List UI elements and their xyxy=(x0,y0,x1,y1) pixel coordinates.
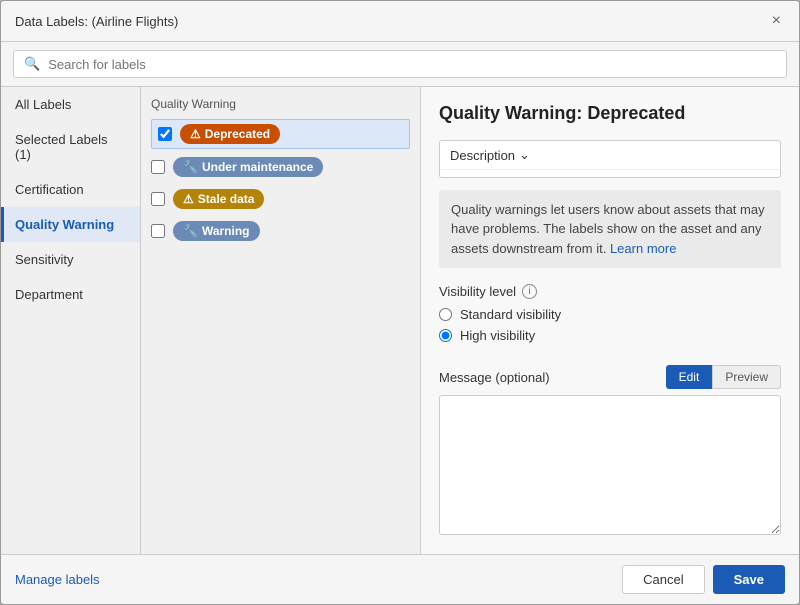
description-label: Description xyxy=(450,148,515,163)
warning-label: Warning xyxy=(202,224,250,238)
maintenance-checkbox[interactable] xyxy=(151,160,165,174)
warning-icon: 🔧 xyxy=(183,224,198,238)
sidebar-item-selected-labels[interactable]: Selected Labels (1) xyxy=(1,122,140,172)
maintenance-label: Under maintenance xyxy=(202,160,313,174)
deprecated-checkbox[interactable] xyxy=(158,127,172,141)
section-label: Quality Warning xyxy=(151,97,410,111)
info-icon[interactable]: i xyxy=(522,284,537,299)
stale-badge[interactable]: ⚠ Stale data xyxy=(173,189,264,209)
list-item: 🔧 Warning xyxy=(151,217,410,245)
tab-edit[interactable]: Edit xyxy=(666,365,713,389)
list-item: 🔧 Under maintenance xyxy=(151,153,410,181)
footer: Manage labels Cancel Save xyxy=(1,554,799,604)
search-bar: 🔍 xyxy=(1,42,799,87)
stale-checkbox[interactable] xyxy=(151,192,165,206)
visibility-section: Visibility level i Standard visibility H… xyxy=(439,284,781,349)
search-icon: 🔍 xyxy=(24,56,40,72)
sidebar-item-sensitivity[interactable]: Sensitivity xyxy=(1,242,140,277)
message-textarea[interactable] xyxy=(439,395,781,535)
visibility-label-text: Visibility level xyxy=(439,284,516,299)
standard-visibility-label: Standard visibility xyxy=(460,307,561,322)
title-bar: Data Labels: (Airline Flights) × xyxy=(1,1,799,42)
dialog: Data Labels: (Airline Flights) × 🔍 All L… xyxy=(0,0,800,605)
learn-more-link[interactable]: Learn more xyxy=(610,241,676,256)
message-tabs: Edit Preview xyxy=(666,365,781,389)
deprecated-icon: ⚠ xyxy=(190,127,201,141)
stale-label: Stale data xyxy=(198,192,255,206)
search-input[interactable] xyxy=(48,57,776,72)
maintenance-icon: 🔧 xyxy=(183,160,198,174)
standard-visibility-option[interactable]: Standard visibility xyxy=(439,307,781,322)
sidebar-item-quality-warning[interactable]: Quality Warning xyxy=(1,207,140,242)
maintenance-badge[interactable]: 🔧 Under maintenance xyxy=(173,157,323,177)
middle-panel: Quality Warning ⚠ Deprecated 🔧 Under mai… xyxy=(141,87,421,554)
visibility-label: Visibility level i xyxy=(439,284,781,299)
footer-buttons: Cancel Save xyxy=(622,565,785,594)
dialog-title: Data Labels: (Airline Flights) xyxy=(15,14,178,29)
sidebar-item-department[interactable]: Department xyxy=(1,277,140,312)
message-label-row: Message (optional) Edit Preview xyxy=(439,365,781,389)
list-item: ⚠ Deprecated xyxy=(151,119,410,149)
deprecated-badge[interactable]: ⚠ Deprecated xyxy=(180,124,280,144)
tab-preview[interactable]: Preview xyxy=(712,365,781,389)
sidebar-item-certification[interactable]: Certification xyxy=(1,172,140,207)
description-header[interactable]: Description ⌄ xyxy=(440,141,780,170)
high-visibility-label: High visibility xyxy=(460,328,535,343)
cancel-button[interactable]: Cancel xyxy=(622,565,704,594)
manage-labels-link[interactable]: Manage labels xyxy=(15,572,100,587)
warning-badge[interactable]: 🔧 Warning xyxy=(173,221,260,241)
high-visibility-option[interactable]: High visibility xyxy=(439,328,781,343)
sidebar: All Labels Selected Labels (1) Certifica… xyxy=(1,87,141,554)
save-button[interactable]: Save xyxy=(713,565,785,594)
standard-visibility-radio[interactable] xyxy=(439,308,452,321)
detail-title: Quality Warning: Deprecated xyxy=(439,103,781,124)
high-visibility-radio[interactable] xyxy=(439,329,452,342)
detail-panel: Quality Warning: Deprecated Description … xyxy=(421,87,799,554)
deprecated-label: Deprecated xyxy=(205,127,270,141)
main-body: All Labels Selected Labels (1) Certifica… xyxy=(1,87,799,554)
info-box: Quality warnings let users know about as… xyxy=(439,190,781,269)
sidebar-item-all-labels[interactable]: All Labels xyxy=(1,87,140,122)
list-item: ⚠ Stale data xyxy=(151,185,410,213)
message-section: Message (optional) Edit Preview xyxy=(439,365,781,538)
search-wrapper: 🔍 xyxy=(13,50,787,78)
info-text: Quality warnings let users know about as… xyxy=(451,202,765,256)
warning-checkbox[interactable] xyxy=(151,224,165,238)
chevron-down-icon: ⌄ xyxy=(519,147,530,163)
close-button[interactable]: × xyxy=(768,11,785,31)
stale-icon: ⚠ xyxy=(183,192,194,206)
description-body: Deprecated: This asset is no longer main… xyxy=(440,170,780,178)
description-box: Description ⌄ Deprecated: This asset is … xyxy=(439,140,781,178)
message-label-text: Message (optional) xyxy=(439,370,550,385)
